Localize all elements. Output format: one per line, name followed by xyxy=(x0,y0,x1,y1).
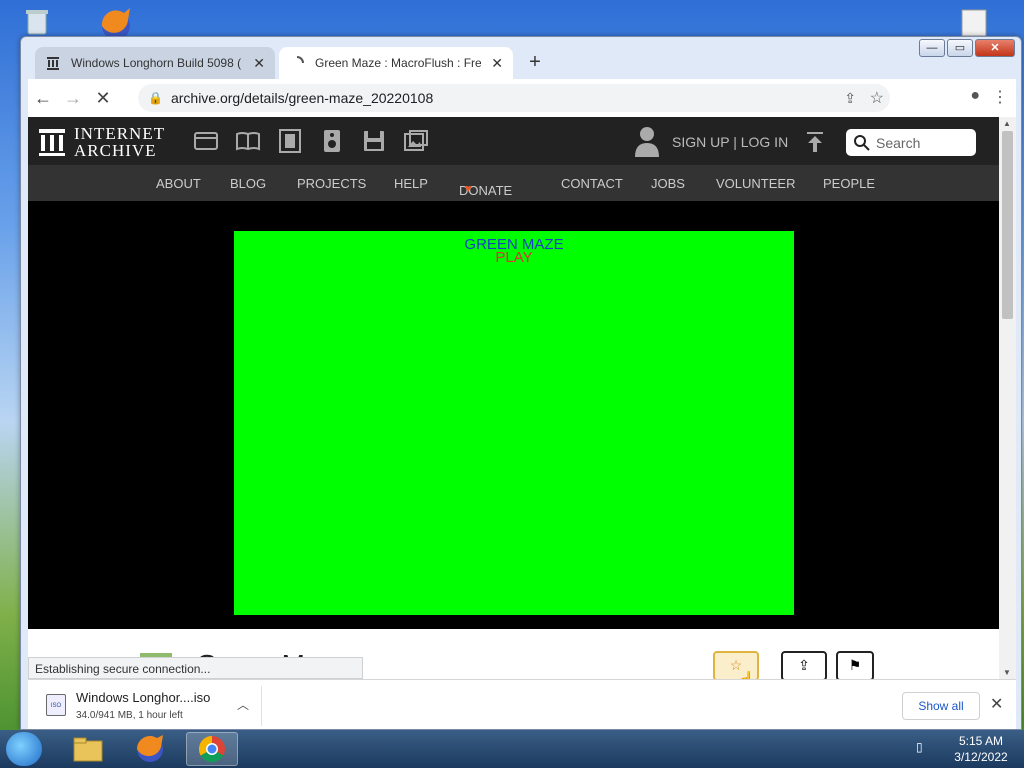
menu-kebab-icon[interactable]: ⋮ xyxy=(992,87,1008,107)
bookmark-star-icon[interactable]: ☆ xyxy=(870,88,884,108)
web-page: INTERNET ARCHIVE SIGN UP | LOG IN Search xyxy=(28,117,999,679)
logo-line-1: INTERNET xyxy=(74,124,166,143)
download-progress: 34.0/941 MB, 1 hour left xyxy=(76,710,183,721)
search-placeholder: Search xyxy=(876,134,921,151)
tab-windows-longhorn[interactable]: Windows Longhorn Build 5098 ( ✕ xyxy=(35,47,275,79)
show-all-button[interactable]: Show all xyxy=(902,692,980,720)
tab-close-icon[interactable]: ✕ xyxy=(253,55,265,72)
file-explorer-taskbar-button[interactable] xyxy=(62,732,114,766)
address-bar[interactable]: 🔒 archive.org/details/green-maze_2022010… xyxy=(138,84,890,112)
tab-green-maze[interactable]: Green Maze : MacroFlush : Free D ✕ xyxy=(279,47,513,79)
texts-icon[interactable] xyxy=(236,129,260,153)
new-tab-button[interactable]: + xyxy=(523,51,547,75)
clock-time: 5:15 AM xyxy=(958,734,1004,748)
archive-icon xyxy=(47,57,59,70)
stop-loading-button[interactable]: ✕ xyxy=(88,88,118,109)
tab-title: Windows Longhorn Build 5098 ( xyxy=(71,56,242,70)
game-canvas[interactable]: GREEN MAZE PLAY xyxy=(234,231,794,615)
nav-blog[interactable]: BLOG xyxy=(230,176,266,191)
share-button[interactable]: ⇪ xyxy=(781,651,827,679)
nav-people[interactable]: PEOPLE xyxy=(823,176,875,191)
chevron-up-icon[interactable]: ︿ xyxy=(237,696,249,713)
hand-cursor-icon: ☝ xyxy=(734,671,756,679)
clock[interactable]: 5:15 AM 3/12/2022 xyxy=(946,733,1016,765)
heart-icon: ♥ xyxy=(465,183,472,195)
nav-help[interactable]: HELP xyxy=(394,176,428,191)
ia-logo[interactable]: INTERNET ARCHIVE xyxy=(38,125,165,159)
document-desktop-icon[interactable] xyxy=(956,8,992,38)
ia-search-box[interactable]: Search xyxy=(846,129,976,156)
nav-volunteer[interactable]: VOLUNTEER xyxy=(716,176,795,191)
scroll-down-icon[interactable]: ▼ xyxy=(1003,668,1011,677)
recycle-bin-icon[interactable] xyxy=(22,6,52,36)
share-icon[interactable]: ⇪ xyxy=(844,90,856,107)
video-icon[interactable] xyxy=(278,129,302,153)
firefox-icon xyxy=(136,735,163,762)
chrome-icon xyxy=(198,735,225,763)
flag-icon: ⚑ xyxy=(848,657,862,673)
archive-building-icon xyxy=(39,129,65,156)
sign-up-login-link[interactable]: SIGN UP | LOG IN xyxy=(672,134,788,150)
chrome-taskbar-button[interactable] xyxy=(186,732,238,766)
images-icon[interactable] xyxy=(404,129,428,153)
tab-close-icon[interactable]: ✕ xyxy=(491,55,503,72)
download-filename: Windows Longhor....iso xyxy=(76,690,211,705)
clock-date: 3/12/2022 xyxy=(954,750,1008,764)
url-text: archive.org/details/green-maze_20220108 xyxy=(170,90,434,106)
flag-button[interactable]: ⚑ xyxy=(836,651,874,679)
close-shelf-icon[interactable]: ✕ xyxy=(990,694,1003,714)
nav-about[interactable]: ABOUT xyxy=(156,176,201,191)
firefox-taskbar-button[interactable] xyxy=(124,732,176,766)
play-button[interactable]: PLAY xyxy=(234,249,794,266)
folder-icon xyxy=(73,737,103,762)
nav-jobs[interactable]: JOBS xyxy=(651,176,685,191)
firefox-desktop-icon[interactable] xyxy=(94,4,138,40)
network-icon[interactable]: ▯ xyxy=(916,740,923,754)
tab-strip: Windows Longhorn Build 5098 ( ✕ Green Ma… xyxy=(29,47,1021,79)
ia-nav-bar: ABOUT BLOG PROJECTS HELP DONATE ♥ CONTACT… xyxy=(28,165,999,201)
audio-icon[interactable] xyxy=(320,129,344,153)
page-scrollbar[interactable]: ▲ ▼ xyxy=(999,117,1016,679)
status-bubble: Establishing secure connection... xyxy=(28,657,363,679)
upload-icon[interactable] xyxy=(806,131,824,153)
item-details: Green Maze ☆ ⇪ ⚑ ☝ Establishing secure c… xyxy=(28,629,999,679)
web-icon[interactable] xyxy=(194,129,218,153)
software-icon[interactable] xyxy=(362,129,386,153)
download-shelf: ISO Windows Longhor....iso 34.0/941 MB, … xyxy=(28,679,1016,729)
forward-button[interactable]: → xyxy=(58,88,88,109)
scroll-up-icon[interactable]: ▲ xyxy=(1003,119,1011,128)
nav-contact[interactable]: CONTACT xyxy=(561,176,623,191)
browser-toolbar: ← → ✕ 🔒 archive.org/details/green-maze_2… xyxy=(28,79,1016,117)
search-icon xyxy=(854,134,870,151)
ia-header: INTERNET ARCHIVE SIGN UP | LOG IN Search xyxy=(28,117,999,165)
download-item[interactable]: ISO Windows Longhor....iso 34.0/941 MB, … xyxy=(36,686,262,726)
profile-icon[interactable]: ● xyxy=(970,87,980,107)
start-button[interactable] xyxy=(6,732,42,766)
iso-file-icon: ISO xyxy=(46,694,66,716)
lock-icon[interactable]: 🔒 xyxy=(148,91,163,105)
share-icon: ⇪ xyxy=(798,657,810,673)
back-button[interactable]: ← xyxy=(28,88,58,109)
taskbar: ▯ 5:15 AM 3/12/2022 xyxy=(0,730,1024,768)
user-avatar-icon[interactable] xyxy=(634,125,660,157)
nav-projects[interactable]: PROJECTS xyxy=(297,176,366,191)
chrome-window: — ▭ ✕ Windows Longhorn Build 5098 ( ✕ Gr… xyxy=(20,36,1022,730)
scroll-thumb[interactable] xyxy=(1002,131,1013,319)
loading-icon xyxy=(296,56,304,64)
logo-line-2: ARCHIVE xyxy=(74,141,157,160)
tab-title: Green Maze : MacroFlush : Free D xyxy=(315,56,482,70)
